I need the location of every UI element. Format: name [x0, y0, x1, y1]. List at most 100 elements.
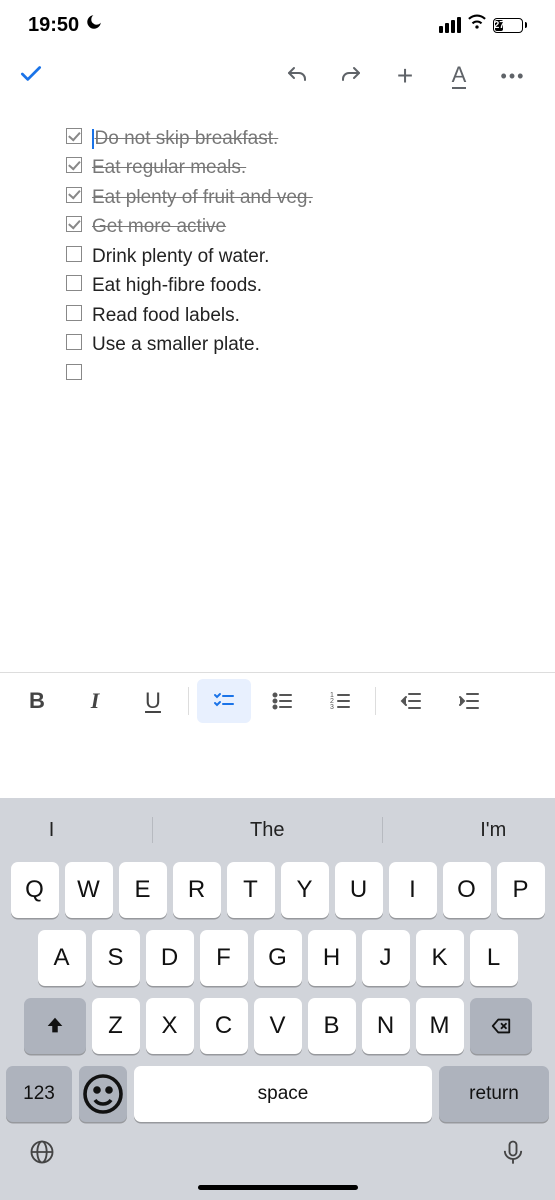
- number-list-button[interactable]: 123: [313, 679, 367, 723]
- checkbox-icon[interactable]: [66, 246, 82, 262]
- key-x[interactable]: X: [146, 998, 194, 1054]
- keyboard-row: Z X C V B N M: [0, 992, 555, 1060]
- key-g[interactable]: G: [254, 930, 302, 986]
- item-text: Get more active: [92, 212, 226, 241]
- key-f[interactable]: F: [200, 930, 248, 986]
- item-text: Drink plenty of water.: [92, 242, 269, 271]
- done-button[interactable]: [18, 61, 44, 92]
- key-c[interactable]: C: [200, 998, 248, 1054]
- checklist-item[interactable]: Eat regular meals.: [66, 153, 523, 182]
- checkbox-icon[interactable]: [66, 305, 82, 321]
- item-text: Read food labels.: [92, 301, 240, 330]
- checkbox-icon[interactable]: [66, 275, 82, 291]
- insert-button[interactable]: +: [383, 58, 427, 94]
- keyboard-row: A S D F G H J K L: [0, 924, 555, 992]
- divider: [152, 817, 153, 843]
- checklist-item[interactable]: Use a smaller plate.: [66, 330, 523, 359]
- return-key[interactable]: return: [439, 1066, 549, 1122]
- divider: [375, 687, 376, 715]
- key-t[interactable]: T: [227, 862, 275, 918]
- undo-button[interactable]: [275, 58, 319, 94]
- suggestion[interactable]: I: [49, 819, 55, 842]
- cellular-signal-icon: [439, 17, 461, 33]
- key-w[interactable]: W: [65, 862, 113, 918]
- key-i[interactable]: I: [389, 862, 437, 918]
- document-body[interactable]: Do not skip breakfast. Eat regular meals…: [0, 106, 555, 380]
- format-toolbar: B I U 123: [0, 672, 555, 729]
- checklist-item[interactable]: Eat plenty of fruit and veg.: [66, 183, 523, 212]
- checkbox-icon[interactable]: [66, 216, 82, 232]
- checklist-item[interactable]: Eat high-fibre foods.: [66, 271, 523, 300]
- divider: [188, 687, 189, 715]
- battery-icon: 27: [493, 18, 527, 33]
- shift-key[interactable]: [24, 998, 86, 1054]
- item-text: Eat plenty of fruit and veg.: [92, 183, 313, 212]
- globe-key[interactable]: [28, 1138, 56, 1171]
- checkbox-icon[interactable]: [66, 187, 82, 203]
- italic-button[interactable]: I: [68, 679, 122, 723]
- status-time: 19:50: [28, 14, 79, 37]
- key-q[interactable]: Q: [11, 862, 59, 918]
- key-a[interactable]: A: [38, 930, 86, 986]
- text-cursor: [92, 129, 94, 149]
- key-j[interactable]: J: [362, 930, 410, 986]
- wifi-icon: [467, 12, 487, 38]
- checklist-item[interactable]: Read food labels.: [66, 301, 523, 330]
- checklist-item[interactable]: Get more active: [66, 212, 523, 241]
- key-b[interactable]: B: [308, 998, 356, 1054]
- home-indicator[interactable]: [198, 1185, 358, 1190]
- key-l[interactable]: L: [470, 930, 518, 986]
- more-button[interactable]: •••: [491, 58, 535, 94]
- checkbox-icon[interactable]: [66, 157, 82, 173]
- key-n[interactable]: N: [362, 998, 410, 1054]
- dnd-moon-icon: [85, 13, 103, 37]
- key-p[interactable]: P: [497, 862, 545, 918]
- redo-button[interactable]: [329, 58, 373, 94]
- key-y[interactable]: Y: [281, 862, 329, 918]
- keyboard-row: Q W E R T Y U I O P: [0, 856, 555, 924]
- divider: [382, 817, 383, 843]
- checklist-item[interactable]: [66, 360, 523, 380]
- key-o[interactable]: O: [443, 862, 491, 918]
- key-e[interactable]: E: [119, 862, 167, 918]
- app-toolbar: + A •••: [0, 46, 555, 106]
- bold-button[interactable]: B: [10, 679, 64, 723]
- checkbox-icon[interactable]: [66, 128, 82, 144]
- keyboard-row: 123 space return: [0, 1060, 555, 1130]
- item-text: Use a smaller plate.: [92, 330, 260, 359]
- suggestion[interactable]: I'm: [480, 819, 506, 842]
- key-r[interactable]: R: [173, 862, 221, 918]
- checkbox-icon[interactable]: [66, 334, 82, 350]
- numbers-key[interactable]: 123: [6, 1066, 72, 1122]
- key-d[interactable]: D: [146, 930, 194, 986]
- checklist-button[interactable]: [197, 679, 251, 723]
- item-text: Eat high-fibre foods.: [92, 271, 262, 300]
- outdent-button[interactable]: [384, 679, 438, 723]
- status-bar: 19:50 27: [0, 0, 555, 46]
- backspace-key[interactable]: [470, 998, 532, 1054]
- key-h[interactable]: H: [308, 930, 356, 986]
- checklist-item[interactable]: Drink plenty of water.: [66, 242, 523, 271]
- key-z[interactable]: Z: [92, 998, 140, 1054]
- key-v[interactable]: V: [254, 998, 302, 1054]
- key-u[interactable]: U: [335, 862, 383, 918]
- checklist-item[interactable]: Do not skip breakfast.: [66, 124, 523, 153]
- svg-text:3: 3: [330, 704, 334, 711]
- checkbox-icon[interactable]: [66, 364, 82, 380]
- text-style-button[interactable]: A: [437, 58, 481, 94]
- keyboard: I The I'm Q W E R T Y U I O P A S D F G …: [0, 798, 555, 1200]
- key-m[interactable]: M: [416, 998, 464, 1054]
- item-text: Do not skip breakfast.: [95, 128, 279, 149]
- keyboard-footer: [0, 1130, 555, 1181]
- bullet-list-button[interactable]: [255, 679, 309, 723]
- suggestion[interactable]: The: [250, 819, 284, 842]
- dictation-key[interactable]: [499, 1138, 527, 1171]
- emoji-key[interactable]: [79, 1066, 127, 1122]
- suggestion-bar: I The I'm: [0, 804, 555, 856]
- underline-button[interactable]: U: [126, 679, 180, 723]
- indent-button[interactable]: [442, 679, 496, 723]
- item-text: Eat regular meals.: [92, 153, 246, 182]
- key-k[interactable]: K: [416, 930, 464, 986]
- key-s[interactable]: S: [92, 930, 140, 986]
- space-key[interactable]: space: [134, 1066, 432, 1122]
